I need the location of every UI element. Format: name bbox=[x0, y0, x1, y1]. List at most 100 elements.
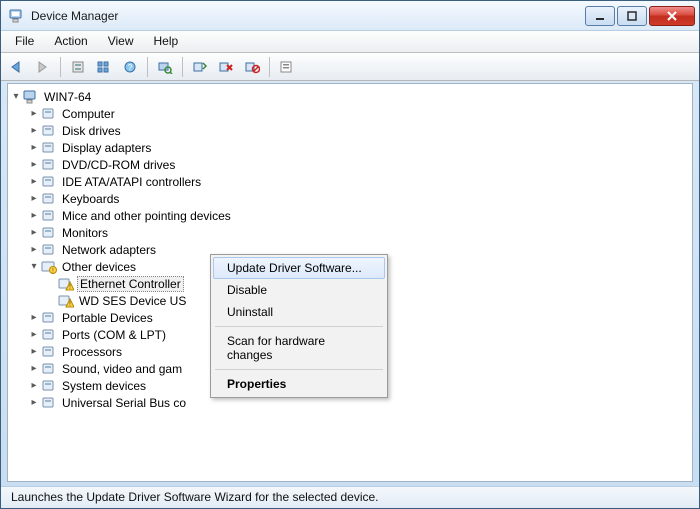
tree-root[interactable]: ▾ WIN7-64 bbox=[10, 88, 690, 105]
device-category-icon bbox=[41, 208, 57, 224]
unknown-device-icon: ! bbox=[58, 276, 74, 292]
device-category-icon bbox=[41, 378, 57, 394]
tree-item-label: Keyboards bbox=[60, 192, 121, 206]
tree-item-label: WD SES Device US bbox=[77, 294, 188, 308]
expand-icon[interactable]: ▸ bbox=[28, 210, 40, 222]
toolbar-uninstall-button[interactable] bbox=[214, 56, 238, 78]
tree-item[interactable]: ▸ Disk drives bbox=[28, 122, 690, 139]
expand-icon[interactable]: ▸ bbox=[28, 176, 40, 188]
menu-help[interactable]: Help bbox=[144, 31, 189, 52]
tree-indent bbox=[46, 278, 58, 290]
expand-icon[interactable]: ▸ bbox=[28, 397, 40, 409]
toolbar-update-driver-button[interactable] bbox=[188, 56, 212, 78]
close-button[interactable] bbox=[649, 6, 695, 26]
expand-icon[interactable]: ▸ bbox=[28, 363, 40, 375]
device-category-icon bbox=[41, 123, 57, 139]
ctx-separator bbox=[215, 326, 383, 327]
toolbar-separator bbox=[147, 57, 148, 77]
toolbar-separator bbox=[60, 57, 61, 77]
expand-icon[interactable]: ▸ bbox=[28, 108, 40, 120]
toolbar-separator bbox=[269, 57, 270, 77]
device-category-icon bbox=[41, 191, 57, 207]
tree-item-label: DVD/CD-ROM drives bbox=[60, 158, 177, 172]
computer-icon bbox=[23, 89, 39, 105]
tree-item[interactable]: ▸ Keyboards bbox=[28, 190, 690, 207]
toolbar-view-button[interactable] bbox=[92, 56, 116, 78]
toolbar-scan-button[interactable] bbox=[153, 56, 177, 78]
toolbar-disable-button[interactable] bbox=[240, 56, 264, 78]
tree-item-label: Sound, video and gam bbox=[60, 362, 184, 376]
forward-button[interactable] bbox=[31, 56, 55, 78]
toolbar-help-button[interactable]: ? bbox=[118, 56, 142, 78]
expand-icon[interactable]: ▸ bbox=[28, 159, 40, 171]
toolbar-action-button[interactable] bbox=[66, 56, 90, 78]
menu-file[interactable]: File bbox=[5, 31, 44, 52]
device-category-icon bbox=[41, 361, 57, 377]
menu-view[interactable]: View bbox=[98, 31, 144, 52]
expand-icon[interactable]: ▸ bbox=[28, 346, 40, 358]
tree-item-label: Other devices bbox=[60, 260, 138, 274]
tree-item[interactable]: ▸ Monitors bbox=[28, 224, 690, 241]
minimize-button[interactable] bbox=[585, 6, 615, 26]
title-bar: Device Manager bbox=[1, 1, 699, 31]
toolbar: ? bbox=[1, 53, 699, 81]
back-button[interactable] bbox=[5, 56, 29, 78]
collapse-icon[interactable]: ▾ bbox=[10, 91, 22, 103]
device-category-icon bbox=[41, 344, 57, 360]
menu-action[interactable]: Action bbox=[44, 31, 97, 52]
tree-item-label: Network adapters bbox=[60, 243, 158, 257]
tree-item-label: Ethernet Controller bbox=[77, 276, 184, 292]
tree-item[interactable]: ▸ IDE ATA/ATAPI controllers bbox=[28, 173, 690, 190]
window-title: Device Manager bbox=[31, 9, 583, 23]
ctx-disable[interactable]: Disable bbox=[213, 279, 385, 301]
svg-text:?: ? bbox=[128, 63, 133, 72]
tree-item-label: Monitors bbox=[60, 226, 110, 240]
ctx-uninstall[interactable]: Uninstall bbox=[213, 301, 385, 323]
tree-item-label: Disk drives bbox=[60, 124, 123, 138]
ctx-scan[interactable]: Scan for hardware changes bbox=[213, 330, 385, 366]
status-text: Launches the Update Driver Software Wiza… bbox=[11, 490, 379, 504]
expand-icon[interactable]: ▸ bbox=[28, 227, 40, 239]
device-category-icon bbox=[41, 140, 57, 156]
ctx-properties[interactable]: Properties bbox=[213, 373, 385, 395]
tree-item-label: Mice and other pointing devices bbox=[60, 209, 233, 223]
device-category-icon bbox=[41, 395, 57, 411]
tree-item-label: Display adapters bbox=[60, 141, 153, 155]
tree-item-label: Computer bbox=[60, 107, 117, 121]
device-category-icon bbox=[41, 242, 57, 258]
tree-item[interactable]: ▸ Mice and other pointing devices bbox=[28, 207, 690, 224]
expand-icon[interactable]: ▸ bbox=[28, 380, 40, 392]
device-category-icon bbox=[41, 310, 57, 326]
svg-text:!: ! bbox=[69, 301, 71, 308]
tree-item-label: IDE ATA/ATAPI controllers bbox=[60, 175, 203, 189]
tree-item-label: System devices bbox=[60, 379, 148, 393]
expand-icon[interactable]: ▸ bbox=[28, 125, 40, 137]
collapse-icon[interactable]: ▾ bbox=[28, 261, 40, 273]
other-devices-icon: ! bbox=[41, 259, 57, 275]
tree-root-label: WIN7-64 bbox=[42, 90, 93, 104]
expand-icon[interactable]: ▸ bbox=[28, 244, 40, 256]
maximize-button[interactable] bbox=[617, 6, 647, 26]
app-icon bbox=[9, 8, 25, 24]
expand-icon[interactable]: ▸ bbox=[28, 329, 40, 341]
device-category-icon bbox=[41, 106, 57, 122]
tree-indent bbox=[46, 295, 58, 307]
unknown-device-icon: ! bbox=[58, 293, 74, 309]
tree-item-label: Universal Serial Bus co bbox=[60, 396, 188, 410]
tree-item-label: Processors bbox=[60, 345, 124, 359]
expand-icon[interactable]: ▸ bbox=[28, 312, 40, 324]
device-category-icon bbox=[41, 174, 57, 190]
toolbar-properties-button[interactable] bbox=[275, 56, 299, 78]
svg-text:!: ! bbox=[69, 284, 71, 291]
tree-item[interactable]: ▸ Display adapters bbox=[28, 139, 690, 156]
status-bar: Launches the Update Driver Software Wiza… bbox=[1, 486, 699, 508]
expand-icon[interactable]: ▸ bbox=[28, 193, 40, 205]
tree-item[interactable]: ▸ Computer bbox=[28, 105, 690, 122]
tree-item-label: Portable Devices bbox=[60, 311, 155, 325]
tree-item[interactable]: ▸ DVD/CD-ROM drives bbox=[28, 156, 690, 173]
expand-icon[interactable]: ▸ bbox=[28, 142, 40, 154]
ctx-update-driver[interactable]: Update Driver Software... bbox=[213, 257, 385, 279]
ctx-separator bbox=[215, 369, 383, 370]
device-category-icon bbox=[41, 157, 57, 173]
context-menu: Update Driver Software... Disable Uninst… bbox=[210, 254, 388, 398]
